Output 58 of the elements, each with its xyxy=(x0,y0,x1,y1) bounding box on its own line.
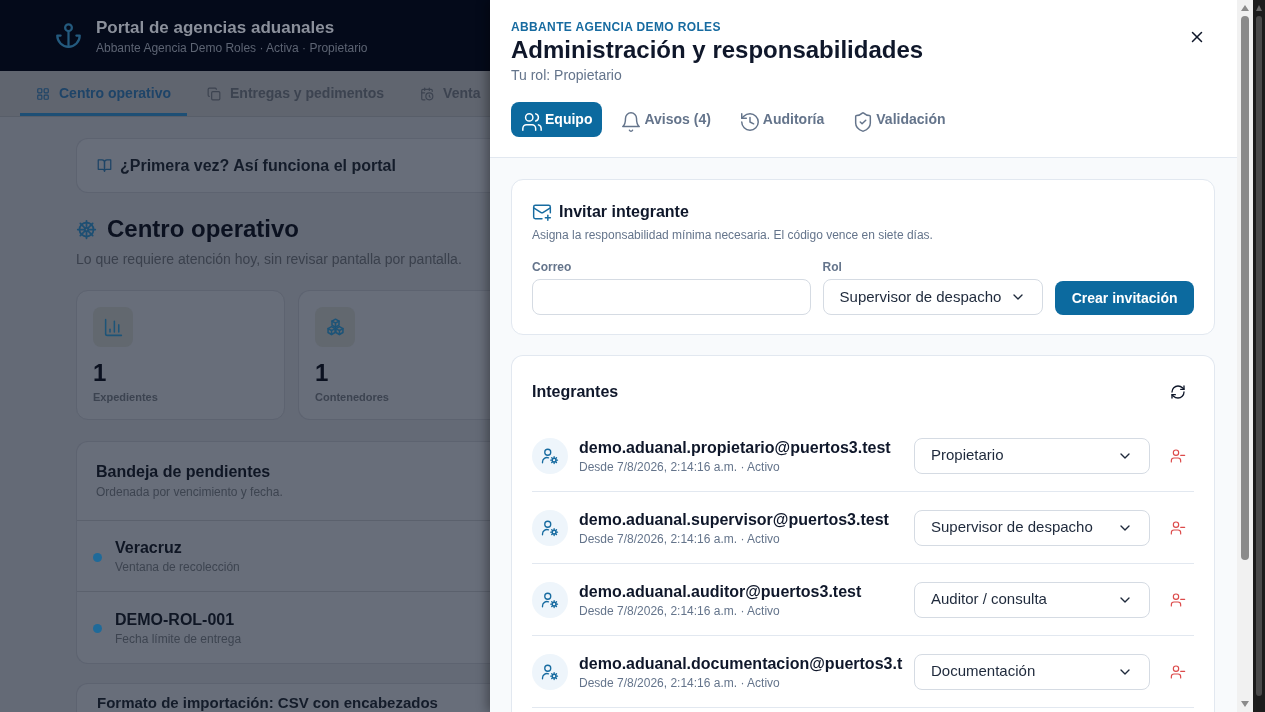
member-meta: Desde 7/8/2026, 2:14:16 a.m. · Activo xyxy=(579,458,781,475)
app-title: Portal de agencias aduanales xyxy=(96,16,336,39)
refresh-icon xyxy=(1170,384,1186,400)
copy-icon xyxy=(207,86,221,101)
user-cog-icon xyxy=(532,653,568,690)
item-title: DEMO-ROL-001 xyxy=(115,609,236,630)
card-description: Asigna la responsabilidad mínima necesaria. El código vence en siete días. xyxy=(532,227,934,243)
role-dropdown[interactable]: Auditor / consulta xyxy=(914,581,1150,618)
role-dropdown[interactable]: Documentación xyxy=(914,653,1150,690)
drawer-kicker: ABBANTE AGENCIA DEMO ROLES xyxy=(511,19,722,35)
mail-plus-icon xyxy=(532,202,552,222)
member-email: demo.aduanal.propietario@puertos3.test xyxy=(579,437,892,458)
member-meta: Desde 7/8/2026, 2:14:16 a.m. · Activo xyxy=(579,602,781,619)
drawer-tab[interactable]: Validación xyxy=(842,102,956,137)
member-email: demo.aduanal.documentacion@puertos3.t xyxy=(579,653,904,674)
inbox-title: Bandeja de pendientes xyxy=(96,462,272,482)
calendar-clock-icon xyxy=(420,86,435,101)
create-invitation-button[interactable]: Crear invitación xyxy=(1055,281,1194,315)
app-subtitle: Abbante Agencia Demo Roles · Activa · Propietario xyxy=(96,39,368,56)
page-title: Centro operativo xyxy=(107,214,300,244)
book-icon xyxy=(97,158,112,173)
stat-value: 1 xyxy=(93,359,108,387)
email-field[interactable] xyxy=(532,279,811,315)
user-cog-icon xyxy=(532,581,568,618)
anchor-icon xyxy=(55,22,82,49)
role-dropdown[interactable]: Supervisor de despacho xyxy=(914,509,1150,546)
card-title: Integrantes xyxy=(532,382,619,402)
drawer-tab[interactable]: Equipo xyxy=(511,102,603,137)
member-meta: Desde 7/8/2026, 2:14:16 a.m. · Activo xyxy=(579,530,781,547)
bar-chart-icon xyxy=(93,307,133,347)
bell-icon xyxy=(620,110,643,133)
field-label: Correo xyxy=(532,259,573,275)
history-icon xyxy=(738,110,761,133)
card-title: Invitar integrante xyxy=(559,202,689,222)
drawer-tab[interactable]: Auditoría xyxy=(728,102,835,137)
field-label: Rol xyxy=(822,259,843,275)
grid-icon xyxy=(36,86,50,101)
card-title: Formato de importación: CSV con encabezados xyxy=(97,693,439,712)
member-email: demo.aduanal.auditor@puertos3.test xyxy=(579,581,863,602)
user-minus-icon xyxy=(1170,591,1186,608)
boxes-icon xyxy=(315,307,355,347)
users-icon xyxy=(521,110,543,133)
drawer-title: Administración y responsabilidades xyxy=(511,35,925,65)
user-minus-icon xyxy=(1170,663,1186,680)
user-cog-icon xyxy=(532,509,568,546)
stat-value: 1 xyxy=(315,359,330,387)
user-minus-icon xyxy=(1170,447,1186,464)
item-title: Veracruz xyxy=(115,538,183,558)
user-minus-icon xyxy=(1170,519,1186,536)
ship-wheel-icon xyxy=(76,218,97,240)
role-dropdown[interactable]: Supervisor de despacho xyxy=(822,279,1044,315)
help-banner[interactable]: ¿Primera vez? Así funciona el portal xyxy=(76,138,490,193)
user-cog-icon xyxy=(532,437,568,474)
role-dropdown[interactable]: Propietario xyxy=(914,437,1150,474)
member-meta: Desde 7/8/2026, 2:14:16 a.m. · Activo xyxy=(579,674,781,691)
drawer-role: Tu rol: Propietario xyxy=(511,66,623,85)
drawer-tab[interactable]: Avisos (4) xyxy=(610,102,721,137)
member-email: demo.aduanal.supervisor@puertos3.test xyxy=(579,509,890,530)
